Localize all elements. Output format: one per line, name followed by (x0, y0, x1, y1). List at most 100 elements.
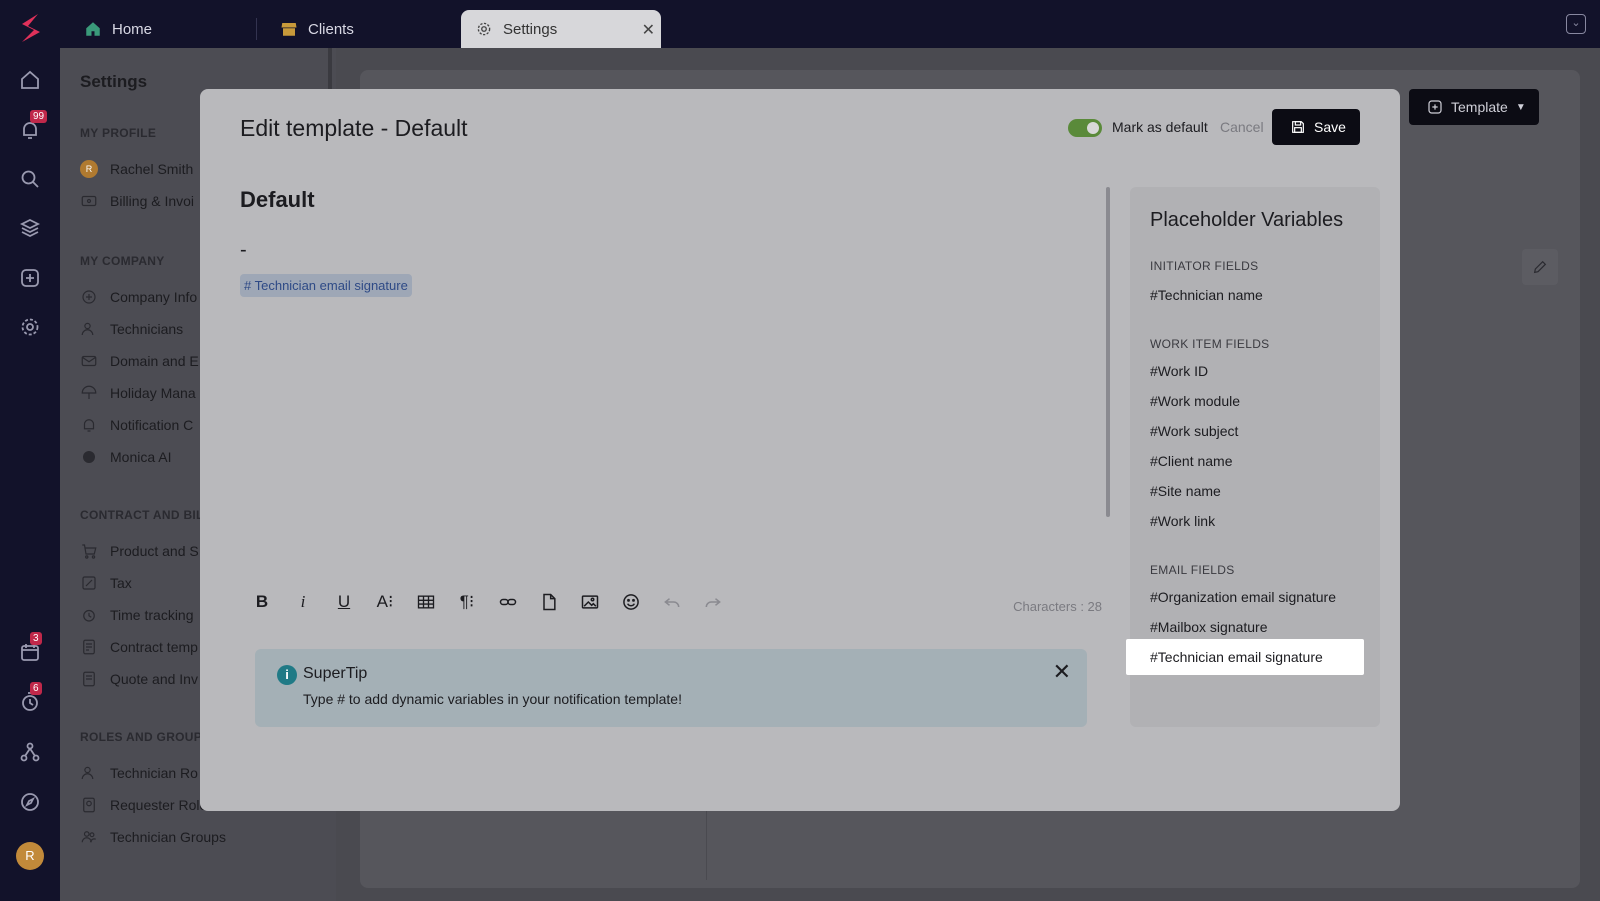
calendar-badge: 3 (30, 632, 42, 645)
link-icon[interactable] (496, 590, 520, 614)
editor-toolbar: B i U A⁝ ¶⁝ (250, 589, 725, 615)
redo-icon[interactable] (701, 590, 725, 614)
sidebar-item-technicians[interactable]: Technicians (80, 320, 183, 338)
file-icon[interactable] (537, 590, 561, 614)
tip-text: Type # to add dynamic variables in your … (303, 691, 682, 707)
user-role-icon (81, 766, 94, 780)
image-icon[interactable] (578, 590, 602, 614)
billing-icon (81, 195, 97, 207)
tab-divider (256, 18, 257, 40)
sidebar-item-label: Rachel Smith (110, 161, 194, 177)
variable-item-highlighted[interactable]: #Technician email signature (1126, 639, 1364, 675)
add-template-button[interactable]: Template ▼ (1409, 89, 1539, 125)
sidebar-item-product[interactable]: Product and S (80, 542, 199, 560)
tab-clients[interactable]: Clients (266, 10, 446, 48)
panel-title: Placeholder Variables (1150, 209, 1344, 231)
variable-item[interactable]: #Work module (1150, 393, 1240, 409)
sidebar-item-holiday[interactable]: Holiday Mana (80, 384, 196, 402)
close-icon[interactable]: ✕ (1053, 659, 1071, 685)
save-button[interactable]: Save (1272, 109, 1360, 145)
paragraph-icon[interactable]: ¶⁝ (455, 590, 479, 614)
sidebar-item-quote-invoice[interactable]: Quote and Inv (80, 670, 198, 688)
timer-icon (83, 609, 95, 622)
sidebar-item-requester-roles[interactable]: Requester Roles (80, 796, 214, 814)
edit-template-modal: Edit template - Default Mark as default … (200, 89, 1400, 811)
edit-button[interactable] (1522, 249, 1558, 285)
font-size-icon[interactable]: A⁝ (373, 590, 397, 614)
caret-down-icon: ▼ (1515, 101, 1526, 113)
store-icon (281, 23, 297, 36)
bell-icon[interactable]: 99 (18, 110, 48, 142)
document-icon (83, 639, 95, 655)
variable-item[interactable]: #Mailbox signature (1150, 619, 1268, 635)
left-rail: 99 3 6 R (0, 0, 60, 901)
calendar-icon[interactable]: 3 (18, 632, 42, 664)
variable-tag[interactable]: # Technician email signature (240, 274, 412, 297)
editor-text[interactable]: - (240, 239, 1102, 262)
emoji-icon[interactable] (619, 590, 643, 614)
gear-icon (477, 22, 491, 36)
work-item-fields-label: WORK ITEM FIELDS (1150, 337, 1270, 351)
variable-item[interactable]: #Work subject (1150, 423, 1238, 439)
template-editor[interactable]: Default - # Technician email signature C… (240, 187, 1102, 614)
italic-button[interactable]: i (291, 590, 315, 614)
badge-icon (83, 797, 95, 813)
section-my-profile: MY PROFILE (80, 126, 157, 140)
tip-title: SuperTip (303, 665, 368, 682)
tab-label: Settings (503, 20, 558, 38)
umbrella-icon (81, 385, 97, 399)
search-icon[interactable] (18, 167, 42, 191)
pencil-icon (1533, 260, 1547, 274)
add-square-icon (1428, 100, 1442, 114)
variable-item[interactable]: #Organization email signature (1150, 589, 1336, 605)
sidebar-item-technician-roles[interactable]: Technician Ro (80, 764, 198, 782)
undo-icon[interactable] (660, 590, 684, 614)
variable-item[interactable]: #Work link (1150, 513, 1215, 529)
sidebar-item-label: Company Info (110, 289, 198, 305)
cart-icon (82, 544, 97, 559)
underline-button[interactable]: U (332, 590, 356, 614)
info-icon: i (277, 665, 297, 685)
sidebar-item-company-info[interactable]: Company Info (80, 288, 197, 306)
editor-scrollbar[interactable] (1106, 187, 1110, 517)
variable-item[interactable]: #Site name (1150, 483, 1221, 499)
sidebar-item-tax[interactable]: Tax (80, 574, 132, 592)
tab-settings[interactable]: Settings ✕ (461, 10, 661, 48)
chevron-down-icon[interactable]: ⌄ (1566, 14, 1586, 34)
section-roles-groups: ROLES AND GROUP (80, 730, 203, 744)
avatar: R (80, 160, 98, 178)
notification-badge: 99 (30, 110, 48, 123)
compass-icon[interactable] (18, 790, 42, 814)
tab-home[interactable]: Home (70, 10, 250, 48)
sidebar-item-profile[interactable]: R Rachel Smith (80, 160, 193, 178)
brand-logo-icon[interactable] (14, 10, 46, 46)
variable-item[interactable]: #Technician name (1150, 287, 1263, 303)
cancel-button[interactable]: Cancel (1220, 119, 1264, 135)
supertip-banner: i SuperTip Type # to add dynamic variabl… (255, 649, 1087, 727)
tab-label: Home (112, 20, 153, 38)
add-square-icon[interactable] (18, 266, 42, 290)
top-tab-bar: Home Clients Settings ✕ ⌄ (60, 0, 1600, 48)
email-fields-label: EMAIL FIELDS (1150, 563, 1235, 577)
sidebar-item-domain[interactable]: Domain and E (80, 352, 199, 370)
gear-icon[interactable] (18, 315, 42, 339)
sidebar-item-contract-templates[interactable]: Contract temp (80, 638, 198, 656)
timer-icon[interactable]: 6 (18, 682, 42, 714)
user-avatar[interactable]: R (16, 842, 44, 870)
table-icon[interactable] (414, 590, 438, 614)
close-tab-icon[interactable]: ✕ (642, 20, 655, 40)
workflow-icon[interactable] (18, 740, 42, 764)
bold-button[interactable]: B (250, 590, 274, 614)
home-icon[interactable] (18, 68, 42, 92)
layers-icon[interactable] (18, 216, 42, 240)
sidebar-item-billing[interactable]: Billing & Invoi (80, 192, 194, 210)
mark-default-toggle[interactable] (1068, 119, 1102, 137)
variable-item[interactable]: #Work ID (1150, 363, 1208, 379)
sidebar-item-label: Domain and E (110, 353, 199, 369)
sidebar-item-time-tracking[interactable]: Time tracking (80, 606, 194, 624)
variable-item[interactable]: #Client name (1150, 453, 1233, 469)
sidebar-item-technician-groups[interactable]: Technician Groups (80, 828, 226, 846)
template-name[interactable]: Default (240, 187, 1102, 213)
sidebar-item-monica-ai[interactable]: Monica AI (80, 448, 171, 466)
sidebar-item-notification[interactable]: Notification C (80, 416, 193, 434)
